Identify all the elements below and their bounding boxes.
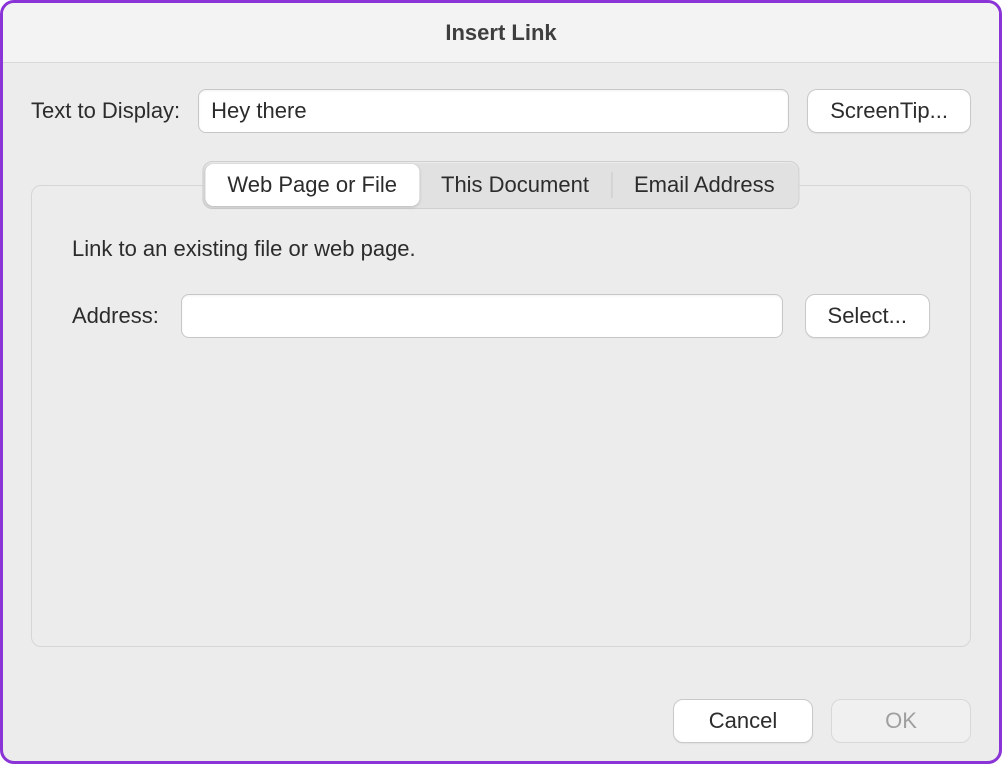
link-panel: Link to an existing file or web page. Ad… <box>31 185 971 647</box>
link-panel-wrap: Web Page or File This Document Email Add… <box>31 185 971 681</box>
panel-info-text: Link to an existing file or web page. <box>72 236 930 262</box>
address-label: Address: <box>72 303 159 329</box>
tab-email-address[interactable]: Email Address <box>612 164 797 206</box>
tab-this-document[interactable]: This Document <box>419 164 611 206</box>
text-to-display-input[interactable] <box>198 89 789 133</box>
cancel-button[interactable]: Cancel <box>673 699 813 743</box>
address-input[interactable] <box>181 294 783 338</box>
dialog-footer: Cancel OK <box>31 681 971 743</box>
tab-web-page-or-file[interactable]: Web Page or File <box>205 164 419 206</box>
address-row: Address: Select... <box>72 294 930 338</box>
text-to-display-label: Text to Display: <box>31 98 180 124</box>
text-to-display-row: Text to Display: ScreenTip... <box>31 89 971 133</box>
insert-link-dialog: Insert Link Text to Display: ScreenTip..… <box>0 0 1002 764</box>
link-type-tabs: Web Page or File This Document Email Add… <box>202 161 799 209</box>
select-button[interactable]: Select... <box>805 294 930 338</box>
dialog-content: Text to Display: ScreenTip... Web Page o… <box>3 63 999 761</box>
screentip-button[interactable]: ScreenTip... <box>807 89 971 133</box>
ok-button[interactable]: OK <box>831 699 971 743</box>
dialog-title: Insert Link <box>3 3 999 63</box>
